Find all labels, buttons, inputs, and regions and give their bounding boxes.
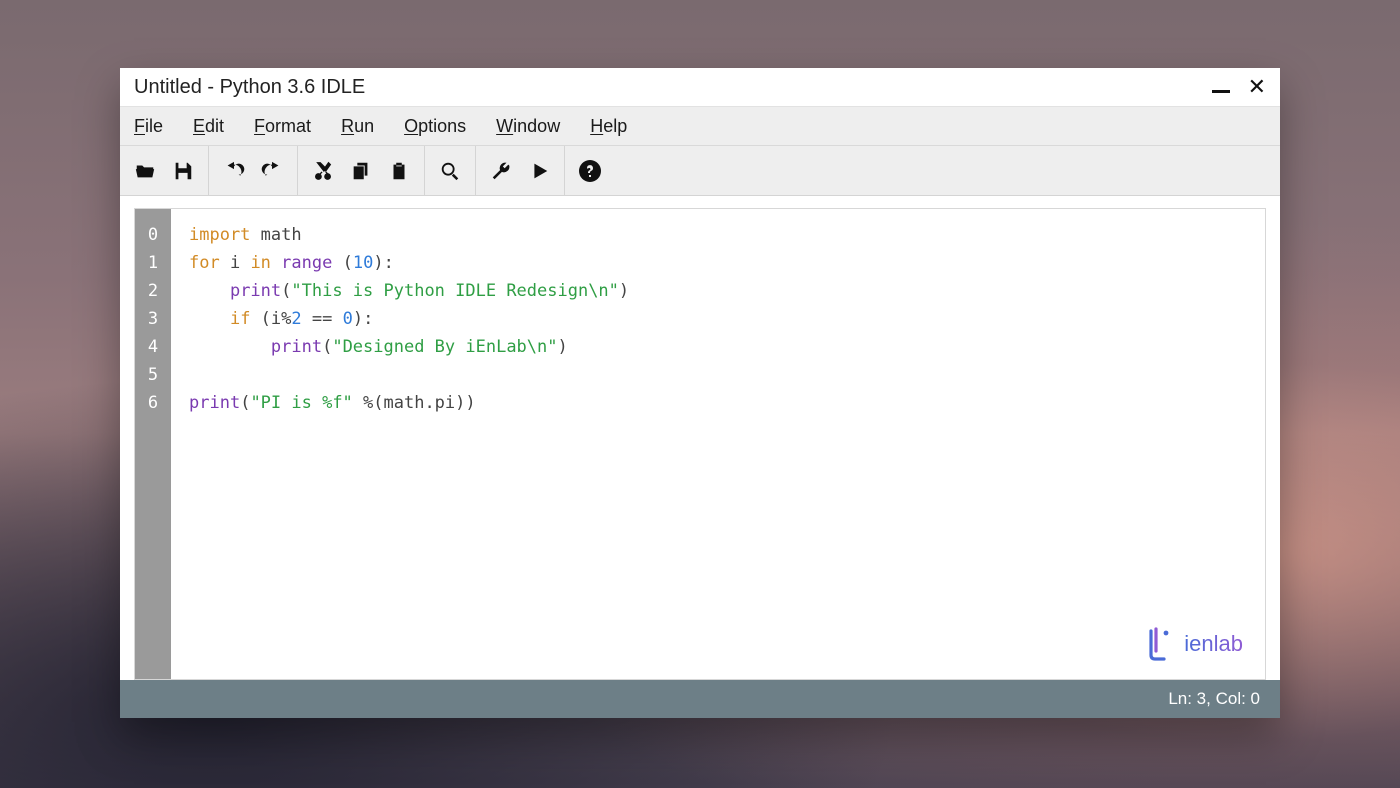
token-kw: in (250, 253, 270, 273)
token-str: "PI is %f" (250, 393, 352, 413)
line-number: 5 (135, 361, 171, 389)
code-line[interactable] (189, 361, 1265, 389)
line-number: 0 (135, 221, 171, 249)
cut-icon (312, 160, 334, 182)
copy-button[interactable] (342, 152, 380, 190)
title-bar[interactable]: Untitled - Python 3.6 IDLE ✕ (120, 68, 1280, 106)
app-window: Untitled - Python 3.6 IDLE ✕ File Edit For… (120, 68, 1280, 718)
token-fn: print (189, 393, 240, 413)
redo-button[interactable] (253, 152, 291, 190)
cut-button[interactable] (304, 152, 342, 190)
save-icon (172, 160, 194, 182)
toolbar-group (209, 146, 298, 195)
toolbar-group (565, 146, 615, 195)
token-pun (189, 337, 271, 357)
toolbar-group (298, 146, 425, 195)
token-pun (250, 225, 260, 245)
token-num: 2 (291, 309, 301, 329)
token-str: "This is Python IDLE Redesign\n" (291, 281, 619, 301)
menu-help[interactable]: Help (590, 116, 627, 137)
paste-icon (388, 160, 410, 182)
line-number: 4 (135, 333, 171, 361)
menu-window[interactable]: Window (496, 116, 560, 137)
menu-edit[interactable]: Edit (193, 116, 224, 137)
cursor-position: Ln: 3, Col: 0 (1168, 689, 1260, 709)
token-kw: for (189, 253, 220, 273)
token-pun: (i% (250, 309, 291, 329)
ienlab-logo-icon (1144, 627, 1174, 661)
token-pun: ) (558, 337, 568, 357)
status-bar: Ln: 3, Col: 0 (120, 680, 1280, 718)
play-icon (528, 160, 550, 182)
toolbar (120, 146, 1280, 196)
undo-icon (223, 160, 245, 182)
toolbar-group (425, 146, 476, 195)
wrench-icon (490, 160, 512, 182)
token-pun: ( (281, 281, 291, 301)
toolbar-group (120, 146, 209, 195)
menu-file[interactable]: File (134, 116, 163, 137)
window-controls: ✕ (1212, 76, 1266, 98)
token-pun: ( (332, 253, 352, 273)
token-str: "Designed By iEnLab\n" (332, 337, 557, 357)
line-number: 3 (135, 305, 171, 333)
line-number: 2 (135, 277, 171, 305)
code-area[interactable]: import mathfor i in range (10): print("T… (171, 209, 1265, 679)
settings-button[interactable] (482, 152, 520, 190)
menu-options[interactable]: Options (404, 116, 466, 137)
token-num: 10 (353, 253, 373, 273)
token-fn: print (230, 281, 281, 301)
code-line[interactable]: print("PI is %f" %(math.pi)) (189, 389, 1265, 417)
token-id: i (220, 253, 251, 273)
token-kw: if (230, 309, 250, 329)
paste-button[interactable] (380, 152, 418, 190)
token-fn: print (271, 337, 322, 357)
folder-open-icon (134, 160, 156, 182)
token-pun: %(math.pi)) (353, 393, 476, 413)
ienlab-logo-text: ienlab (1184, 631, 1243, 657)
token-pun (189, 309, 230, 329)
token-pun: == (302, 309, 343, 329)
code-line[interactable]: print("Designed By iEnLab\n") (189, 333, 1265, 361)
token-pun: ( (322, 337, 332, 357)
search-button[interactable] (431, 152, 469, 190)
token-pun: ( (240, 393, 250, 413)
help-icon (578, 159, 602, 183)
toolbar-group (476, 146, 565, 195)
line-number-gutter: 0123456 (135, 209, 171, 679)
ienlab-logo: ienlab (1144, 627, 1243, 661)
help-button[interactable] (571, 152, 609, 190)
token-id: math (261, 225, 302, 245)
line-number: 1 (135, 249, 171, 277)
menu-bar: File Edit Format Run Options Window Help (120, 106, 1280, 146)
token-kw: import (189, 225, 250, 245)
token-pun: ): (353, 309, 373, 329)
menu-run[interactable]: Run (341, 116, 374, 137)
open-button[interactable] (126, 152, 164, 190)
code-editor[interactable]: 0123456 import mathfor i in range (10): … (134, 208, 1266, 680)
token-fn: range (281, 253, 332, 273)
token-pun: ): (373, 253, 393, 273)
redo-icon (261, 160, 283, 182)
minimize-button[interactable] (1212, 79, 1230, 95)
code-line[interactable]: if (i%2 == 0): (189, 305, 1265, 333)
copy-icon (350, 160, 372, 182)
code-line[interactable]: print("This is Python IDLE Redesign\n") (189, 277, 1265, 305)
token-pun (189, 281, 230, 301)
code-line[interactable]: import math (189, 221, 1265, 249)
menu-format[interactable]: Format (254, 116, 311, 137)
token-num: 0 (343, 309, 353, 329)
code-line[interactable]: for i in range (10): (189, 249, 1265, 277)
run-button[interactable] (520, 152, 558, 190)
search-icon (439, 160, 461, 182)
token-pun (271, 253, 281, 273)
close-button[interactable]: ✕ (1248, 76, 1266, 98)
save-button[interactable] (164, 152, 202, 190)
line-number: 6 (135, 389, 171, 417)
window-title: Untitled - Python 3.6 IDLE (134, 76, 365, 99)
undo-button[interactable] (215, 152, 253, 190)
editor-container: 0123456 import mathfor i in range (10): … (120, 196, 1280, 680)
token-pun: ) (619, 281, 629, 301)
